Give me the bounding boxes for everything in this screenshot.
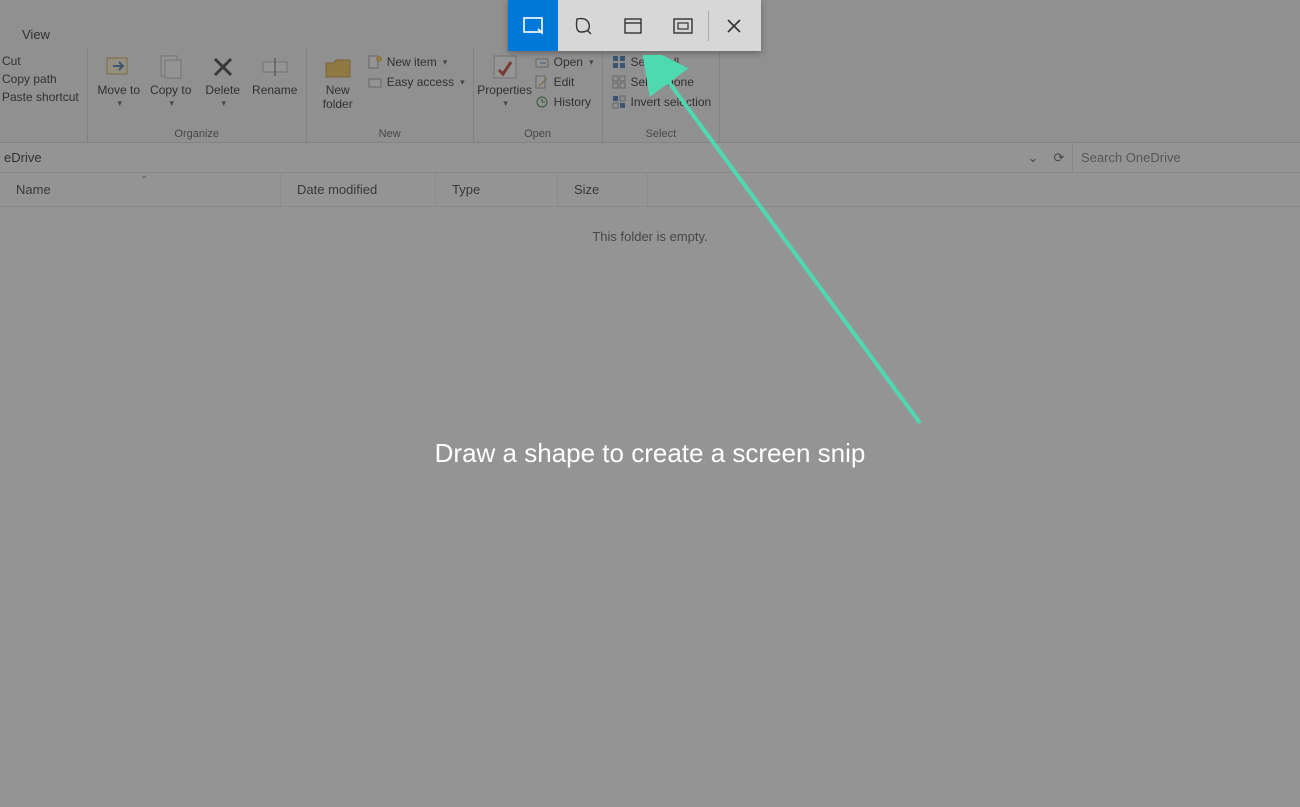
snip-instruction-text: Draw a shape to create a screen snip xyxy=(0,438,1300,469)
window-snip-icon xyxy=(624,18,642,34)
snip-mode-fullscreen[interactable] xyxy=(658,0,708,51)
snip-mode-window[interactable] xyxy=(608,0,658,51)
snip-mode-freeform[interactable] xyxy=(558,0,608,51)
snip-close-button[interactable] xyxy=(709,0,759,51)
freeform-snip-icon xyxy=(573,16,593,36)
rectangular-snip-icon xyxy=(523,17,543,35)
snip-dim-overlay[interactable] xyxy=(0,0,1300,807)
close-icon xyxy=(727,19,741,33)
snip-mode-rectangular[interactable] xyxy=(508,0,558,51)
fullscreen-snip-icon xyxy=(673,18,693,34)
snip-toolbar xyxy=(508,0,761,51)
